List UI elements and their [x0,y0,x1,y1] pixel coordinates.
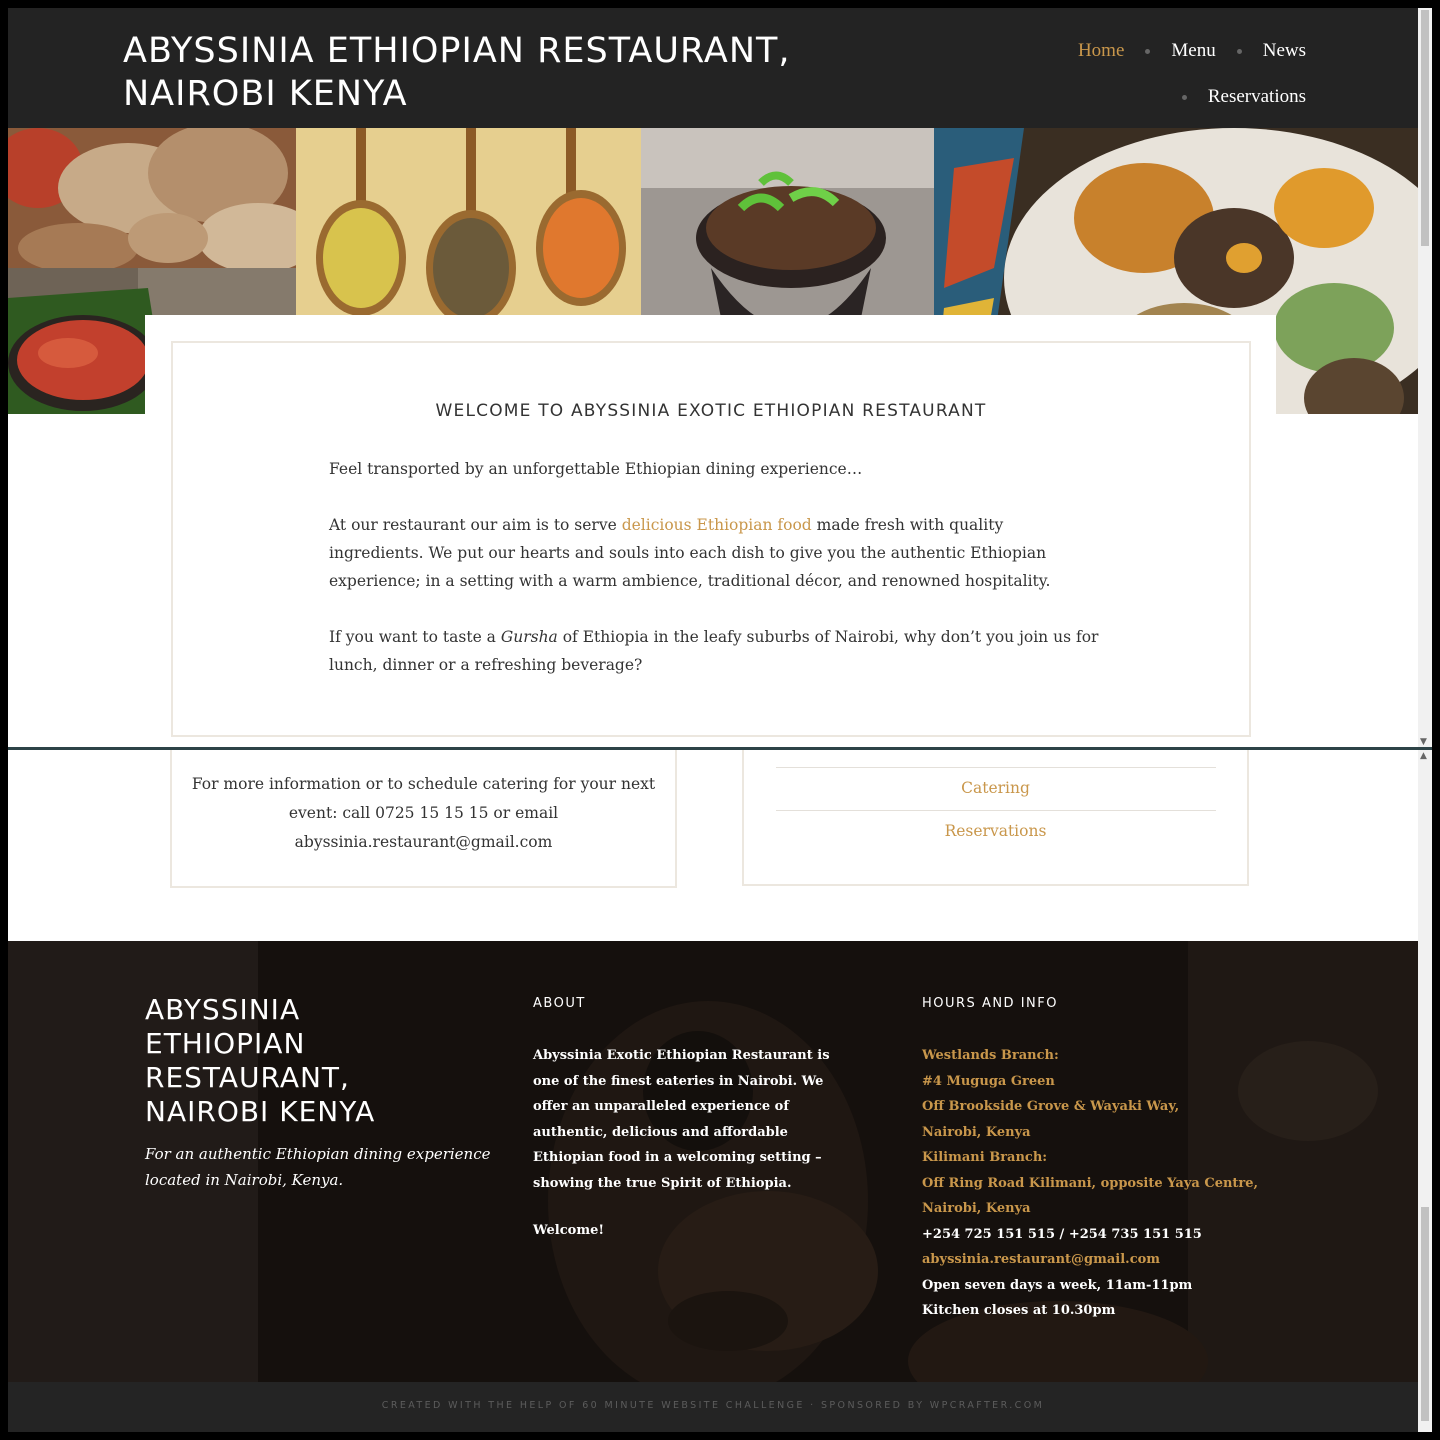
footer-hours-heading: HOURS AND INFO [922,996,1058,1011]
catering-link[interactable]: Catering [744,779,1247,797]
footer-about-text: Abyssinia Exotic Ethiopian Restaurant is… [533,1043,851,1266]
contact-info-text: For more information or to schedule cate… [191,775,656,851]
footer-tagline: For an authentic Ethiopian dining experi… [145,1145,491,1189]
about-welcome: Welcome! [533,1223,605,1238]
site-footer: ABYSSINIA ETHIOPIAN RESTAURANT, NAIROBI … [8,941,1418,1382]
reservations-link[interactable]: Reservations [744,822,1247,840]
page-bottom-section: For more information or to schedule cate… [8,750,1432,1432]
scrollbar-thumb[interactable] [1421,10,1429,246]
browser-viewport: ABYSSINIA ETHIOPIAN RESTAURANT, NAIROBI … [8,8,1432,1432]
westlands-address-line[interactable]: #4 Muguga Green [922,1069,1252,1095]
phone-numbers: +254 725 151 515 / +254 735 151 515 [922,1226,1202,1242]
nav-separator-dot [1181,94,1187,100]
footer-hours-info: Westlands Branch: #4 Muguga Green Off Br… [922,1043,1258,1324]
nav-item-menu[interactable]: Menu [1171,40,1215,62]
kitchen-hours: Kitchen closes at 10.30pm [922,1303,1116,1318]
welcome-paragraph-2: At our restaurant our aim is to serve de… [329,511,1099,595]
link-divider [776,810,1216,811]
about-paragraph: Abyssinia Exotic Ethiopian Restaurant is… [533,1048,830,1191]
kilimani-address-line[interactable]: Nairobi, Kenya [922,1196,1252,1222]
nav-separator-dot [1236,48,1242,54]
link-divider [776,767,1216,768]
westlands-address-line[interactable]: Off Brookside Grove & Wayaki Way, [922,1094,1252,1120]
welcome-paragraph-1: Feel transported by an unforgettable Eth… [329,460,863,478]
opening-hours: Open seven days a week, 11am-11pm [922,1277,1193,1293]
site-header: ABYSSINIA ETHIOPIAN RESTAURANT, NAIROBI … [8,8,1418,128]
westlands-branch-label[interactable]: Westlands Branch: [922,1043,1252,1069]
welcome-section: WELCOME TO ABYSSINIA EXOTIC ETHIOPIAN RE… [145,315,1276,748]
gursha-word: Gursha [500,628,558,646]
scroll-down-arrow-icon[interactable]: ▼ [1420,737,1427,747]
vertical-scrollbar[interactable]: ▲ [1418,750,1432,1432]
ethiopian-food-link[interactable]: delicious Ethiopian food [622,516,812,534]
scrollbar-thumb[interactable] [1421,1207,1429,1421]
nav-item-home[interactable]: Home [1078,40,1124,62]
nav-item-reservations[interactable]: Reservations [1208,86,1306,108]
welcome-card: WELCOME TO ABYSSINIA EXOTIC ETHIOPIAN RE… [171,341,1251,737]
footer-credits-text: CREATED WITH THE HELP OF 60 MINUTE WEBSI… [381,1400,1045,1411]
footer-credits-bar: CREATED WITH THE HELP OF 60 MINUTE WEBSI… [8,1382,1418,1432]
footer-email-link[interactable]: abyssinia.restaurant@gmail.com [922,1247,1252,1273]
hero-image-injera [8,128,296,268]
welcome-p3-text-start: If you want to taste a [329,628,501,646]
welcome-text: Feel transported by an unforgettable Eth… [329,455,1099,707]
site-title-line1[interactable]: ABYSSINIA ETHIOPIAN RESTAURANT, [123,31,791,71]
site-title-line2[interactable]: NAIROBI KENYA [123,74,408,114]
main-nav: Home Menu News Reservations [946,28,1306,120]
vertical-scrollbar[interactable]: ▼ [1418,8,1432,748]
kilimani-branch-label[interactable]: Kilimani Branch: [922,1145,1252,1171]
nav-item-news[interactable]: News [1263,40,1306,62]
welcome-heading: WELCOME TO ABYSSINIA EXOTIC ETHIOPIAN RE… [435,401,987,421]
contact-card: For more information or to schedule cate… [170,750,677,888]
welcome-paragraph-3: If you want to taste a Gursha of Ethiopi… [329,623,1099,679]
nav-separator-dot [1145,48,1151,54]
quick-links-card: Catering Reservations [742,750,1249,886]
site-title[interactable]: ABYSSINIA ETHIOPIAN RESTAURANT, NAIROBI … [123,30,791,116]
scroll-up-arrow-icon[interactable]: ▲ [1420,751,1427,761]
westlands-address-line[interactable]: Nairobi, Kenya [922,1120,1252,1146]
welcome-p2-text-start: At our restaurant our aim is to serve [329,516,622,534]
footer-about-heading: ABOUT [533,996,586,1011]
footer-site-title: ABYSSINIA ETHIOPIAN RESTAURANT, NAIROBI … [145,993,376,1128]
page-top-section: ABYSSINIA ETHIOPIAN RESTAURANT, NAIROBI … [8,8,1432,748]
kilimani-address-line[interactable]: Off Ring Road Kilimani, opposite Yaya Ce… [922,1171,1258,1197]
